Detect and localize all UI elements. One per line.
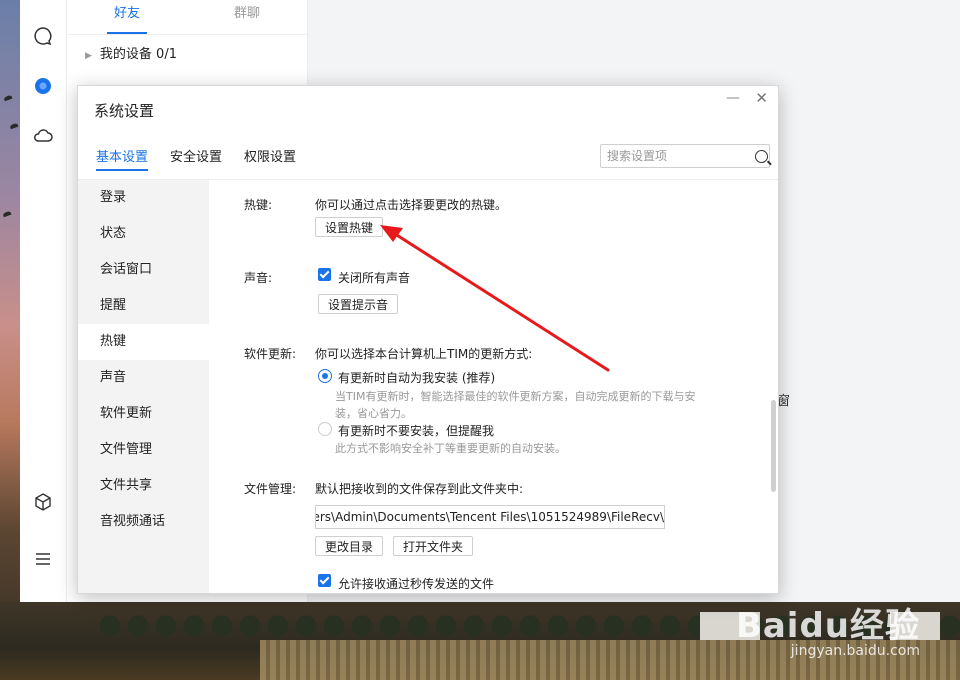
- manual-update-hint: 此方式不影响安全补丁等重要更新的自动安装。: [335, 442, 566, 455]
- minimize-icon[interactable]: —: [726, 90, 740, 106]
- sidebar-item-hotkey[interactable]: 热键: [78, 324, 209, 360]
- set-hotkey-button[interactable]: 设置热键: [315, 217, 384, 237]
- update-description: 你可以选择本台计算机上TIM的更新方式:: [315, 347, 533, 361]
- sidebar-item-file-management[interactable]: 文件管理: [78, 432, 209, 468]
- search-icon[interactable]: [755, 149, 768, 163]
- bird-decoration: [2, 210, 12, 218]
- manual-update-label: 有更新时不要安装，但提醒我: [338, 424, 495, 438]
- watermark-logo: Baidu经验: [735, 606, 920, 646]
- group-label: 我的设备 0/1: [99, 47, 177, 62]
- chat-icon[interactable]: [33, 26, 53, 46]
- dialog-title: 系统设置: [94, 102, 155, 120]
- bird-decoration: [9, 122, 19, 130]
- sidebar-item-software-update[interactable]: 软件更新: [78, 396, 209, 432]
- sidebar-item-sound[interactable]: 声音: [78, 360, 209, 396]
- cloud-icon[interactable]: [33, 126, 53, 146]
- manual-update-radio[interactable]: [318, 422, 332, 436]
- tab-basic-settings[interactable]: 基本设置: [96, 146, 149, 171]
- open-folder-button[interactable]: 打开文件夹: [393, 536, 474, 556]
- menu-icon[interactable]: [33, 549, 53, 569]
- mute-all-label: 关闭所有声音: [338, 271, 411, 285]
- tab-groups[interactable]: 群聊: [187, 0, 307, 34]
- mute-all-checkbox[interactable]: [318, 268, 331, 281]
- close-icon[interactable]: ✕: [755, 89, 768, 107]
- content-scrollbar[interactable]: [771, 400, 776, 492]
- search-input[interactable]: [601, 149, 753, 163]
- sidebar-item-av-call[interactable]: 音视频通话: [78, 504, 209, 540]
- set-sound-button[interactable]: 设置提示音: [318, 294, 399, 314]
- sidebar-item-login[interactable]: 登录: [78, 180, 209, 216]
- tab-security-settings[interactable]: 安全设置: [170, 146, 222, 171]
- files-description: 默认把接收到的文件保存到此文件夹中:: [315, 482, 524, 496]
- allow-fast-transfer-checkbox[interactable]: [318, 574, 331, 587]
- contact-group-devices[interactable]: ▶ 我的设备 0/1: [67, 35, 307, 62]
- expand-triangle-icon: ▶: [85, 51, 92, 61]
- files-section-label: 文件管理:: [244, 482, 297, 496]
- tab-friends[interactable]: 好友: [67, 0, 187, 34]
- baidu-watermark: Baidu经验 jingyan.baidu.com: [736, 598, 920, 659]
- bird-decoration: [3, 94, 13, 102]
- auto-update-label: 有更新时自动为我安装 (推荐): [338, 371, 496, 385]
- hotkey-description: 你可以通过点击选择要更改的热键。: [315, 198, 508, 212]
- settings-sidebar: 登录 状态 会话窗口 提醒 热键 声音 软件更新 文件管理 文件共享 音视频通话: [78, 180, 209, 593]
- cube-icon[interactable]: [33, 492, 53, 512]
- sidebar-item-chat-window[interactable]: 会话窗口: [78, 252, 209, 288]
- change-directory-button[interactable]: 更改目录: [315, 536, 384, 556]
- hotkey-section-label: 热键:: [244, 198, 273, 212]
- left-rail: [20, 0, 67, 602]
- settings-content: 热键: 你可以通过点击选择要更改的热键。 设置热键 声音: 关闭所有声音 设置提…: [210, 180, 778, 593]
- save-path-text: sers\Admin\Documents\Tencent Files\10515…: [315, 510, 664, 524]
- auto-update-radio[interactable]: [318, 369, 332, 383]
- sound-section-label: 声音:: [244, 271, 273, 285]
- system-settings-dialog: 系统设置 — ✕ 基本设置 安全设置 权限设置 登录 状态 会话窗口 提醒 热键…: [77, 85, 779, 594]
- sidebar-item-status[interactable]: 状态: [78, 216, 209, 252]
- sidebar-item-reminder[interactable]: 提醒: [78, 288, 209, 324]
- sidebar-item-file-sharing[interactable]: 文件共享: [78, 468, 209, 504]
- auto-update-hint: 当TIM有更新时，智能选择最佳的软件更新方案，自动完成更新的下载与安装，省心省力…: [335, 390, 696, 420]
- settings-search: [600, 144, 770, 168]
- save-path-field[interactable]: sers\Admin\Documents\Tencent Files\10515…: [315, 505, 665, 529]
- allow-fast-transfer-label: 允许接收通过秒传发送的文件: [338, 577, 495, 591]
- contacts-icon[interactable]: [33, 76, 53, 96]
- settings-tabs: 基本设置 安全设置 权限设置: [96, 146, 318, 171]
- tab-permission-settings[interactable]: 权限设置: [244, 146, 296, 171]
- contacts-tabs: 好友 群聊: [67, 0, 307, 35]
- update-section-label: 软件更新:: [244, 347, 297, 361]
